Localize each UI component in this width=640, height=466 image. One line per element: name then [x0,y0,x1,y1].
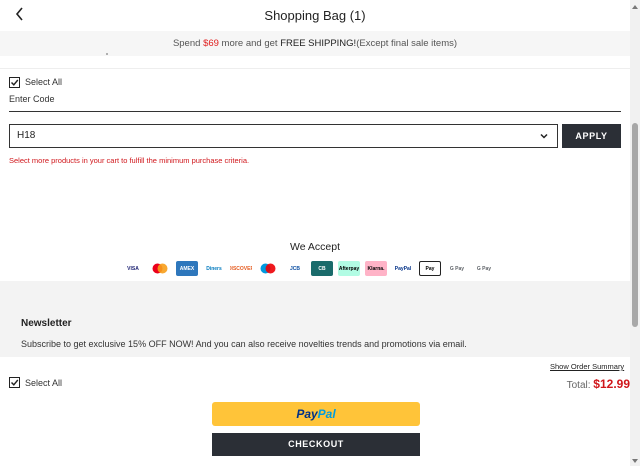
google-pay-icon-label: G Pay [449,265,465,272]
google-pay-icon-2-label: G Pay [476,265,492,272]
discover-icon-label: DISCOVER [230,265,252,272]
select-all-label-top: Select All [25,77,63,87]
free-shipping-banner: Spend $69 more and get FREE SHIPPING!(Ex… [0,31,630,56]
coupon-error-message: Select more products in your cart to ful… [9,156,250,165]
klarna-icon: Klarna. [365,261,387,276]
newsletter-text: Subscribe to get exclusive 15% OFF NOW! … [21,339,467,349]
coupon-code-value: H18 [17,130,36,141]
afterpay-icon-label: Afterpay [338,265,360,272]
afterpay-icon: Afterpay [338,261,360,276]
scroll-thumb[interactable] [632,123,638,327]
we-accept-title: We Accept [290,241,340,253]
cb-icon-label: CB [318,265,326,272]
divider [0,68,630,69]
enter-code-label: Enter Code [9,94,55,104]
diners-icon: Diners [203,261,225,276]
jcb-icon: JCB [284,261,306,276]
paypal-logo-part1: Pay [296,407,318,421]
shipping-amount: $69 [203,38,219,49]
paypal-logo-part2: Pal [317,407,336,421]
visa-icon-label: VISA [127,265,139,272]
triangle-up-icon [632,5,638,9]
total-label: Total: [566,380,594,391]
paypal-small-icon: PayPal [392,261,414,276]
google-pay-icon-2: G Pay [473,261,495,276]
checkmark-icon [11,379,19,386]
page-title: Shopping Bag (1) [264,8,366,23]
klarna-icon-label: Klarna. [367,265,385,272]
paypal-small-icon-label: PayPal [394,265,412,272]
google-pay-icon: G Pay [446,261,468,276]
maestro-icon [257,261,279,276]
checkout-button[interactable]: CHECKOUT [212,433,420,456]
page-scrollbar[interactable] [630,0,640,466]
chevron-down-icon [540,133,548,139]
scroll-down-button[interactable] [630,454,640,466]
enter-code-underline [9,111,621,112]
apple-pay-icon: Pay [419,261,441,276]
discover-icon: DISCOVER [230,261,252,276]
checkmark-icon [11,79,19,86]
page-header: Shopping Bag (1) [0,0,630,31]
triangle-down-icon [632,459,638,463]
paypal-checkout-button[interactable]: PayPal [212,402,420,426]
visa-icon: VISA [122,261,144,276]
amex-icon-label: AMEX [179,265,195,272]
jcb-icon-label: JCB [289,265,300,272]
scroll-up-button[interactable] [630,0,640,12]
apply-button[interactable]: APPLY [562,124,621,148]
scroll-artifact [106,53,108,55]
newsletter-title: Newsletter [21,318,72,329]
diners-icon-label: Diners [206,265,222,272]
mastercard-icon [149,261,171,276]
select-all-checkbox-top[interactable] [9,77,20,88]
select-all-label-bottom: Select All [25,378,63,388]
total-amount: $12.99 [593,377,630,391]
shipping-middle: more and get [218,38,281,49]
select-all-checkbox-bottom[interactable] [9,377,20,388]
order-total: Total: $12.99 [567,375,630,393]
cb-icon: CB [311,261,333,276]
amex-icon: AMEX [176,261,198,276]
shipping-prefix: Spend [172,38,204,49]
coupon-code-select[interactable]: H18 [9,124,558,148]
show-order-summary-link[interactable]: Show Order Summary [550,362,624,371]
shipping-suffix: (Except final sale items) [356,38,458,49]
shipping-free-text: FREE SHIPPING! [280,38,357,49]
payment-methods: VISA AMEX Diners DISCOVER JCB CB Afterpay Klarn… [122,261,495,277]
apple-pay-icon-label: Pay [425,265,435,272]
